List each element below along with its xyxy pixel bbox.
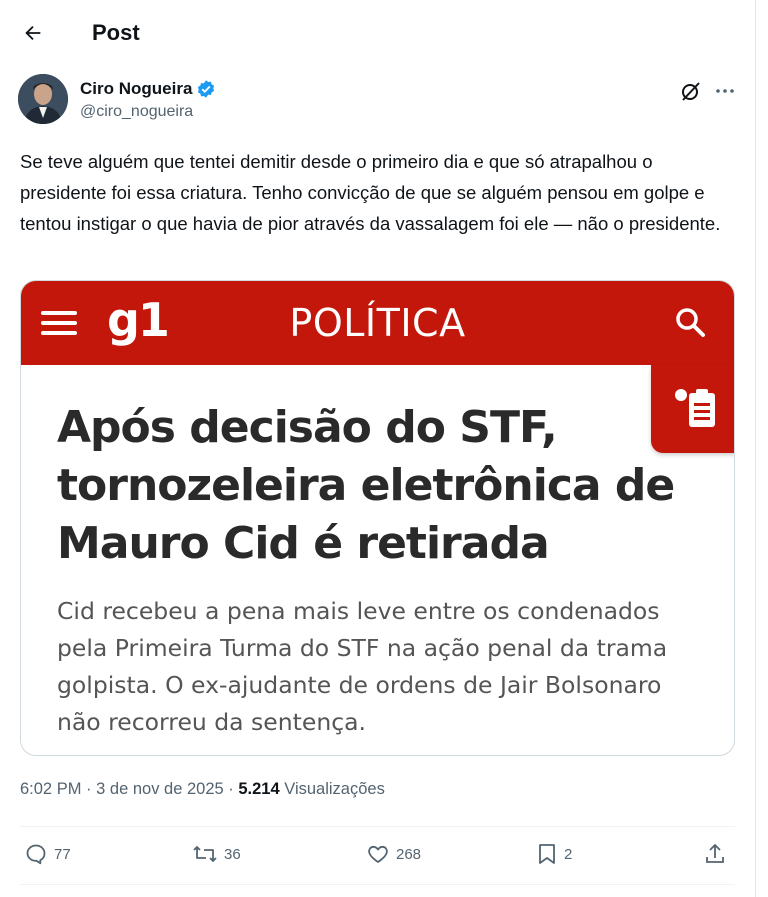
back-button[interactable] <box>16 16 50 50</box>
divider <box>20 826 735 827</box>
like-count: 268 <box>396 845 422 863</box>
repost-icon <box>193 846 217 862</box>
action-bar: 77 36 268 2 <box>20 838 735 874</box>
like-button[interactable]: 268 <box>366 842 421 866</box>
section-title: POLÍTICA <box>289 301 466 345</box>
column-divider <box>755 0 756 897</box>
repost-button[interactable]: 36 <box>192 842 241 866</box>
reply-count: 77 <box>54 845 71 863</box>
post-meta: 6:02 PM · 3 de nov de 2025 · 5.214 Visua… <box>20 780 385 799</box>
like-icon <box>368 845 388 863</box>
back-arrow-icon <box>25 25 41 41</box>
bookmark-icon <box>539 844 555 864</box>
search-icon <box>676 308 705 337</box>
meta-separator: · <box>86 780 97 798</box>
author-handle[interactable]: @ciro_nogueira <box>80 103 193 121</box>
author-block: Ciro Nogueira @ciro_nogueira <box>18 74 738 130</box>
article-headline: Após decisão do STF, tornozeleira eletrô… <box>57 402 675 569</box>
views-label: Visualizações <box>284 780 385 798</box>
repost-count: 36 <box>224 845 241 863</box>
author-name[interactable]: Ciro Nogueira <box>80 79 192 99</box>
divider <box>20 884 735 885</box>
author-name-row[interactable]: Ciro Nogueira <box>80 79 216 99</box>
grok-button[interactable] <box>678 78 704 104</box>
g1-header-bar: g1 POLÍTICA <box>21 281 734 365</box>
reply-button[interactable]: 77 <box>24 842 71 866</box>
link-card[interactable]: g1 POLÍTICA Após decisão do STF, tornoze… <box>20 280 735 756</box>
bookmark-count: 2 <box>564 845 573 863</box>
post-date[interactable]: 3 de nov de 2025 <box>96 780 224 798</box>
article-subhead: Cid recebeu a pena mais leve entre os co… <box>57 597 668 736</box>
more-icon <box>716 89 734 93</box>
views-count: 5.214 <box>238 780 280 798</box>
share-icon <box>706 844 724 863</box>
post-header: Post <box>0 0 755 66</box>
more-button[interactable] <box>712 78 738 104</box>
meta-separator: · <box>228 780 239 798</box>
avatar[interactable] <box>18 74 68 124</box>
reply-icon <box>26 844 46 865</box>
verified-badge-icon <box>198 80 215 98</box>
post-time[interactable]: 6:02 PM <box>20 780 81 798</box>
bookmark-button[interactable]: 2 <box>536 842 572 866</box>
share-button[interactable] <box>704 842 726 866</box>
page-title: Post <box>92 20 140 45</box>
grok-icon <box>682 82 700 101</box>
tweet-text: Se teve alguém que tentei demitir desde … <box>20 151 721 234</box>
